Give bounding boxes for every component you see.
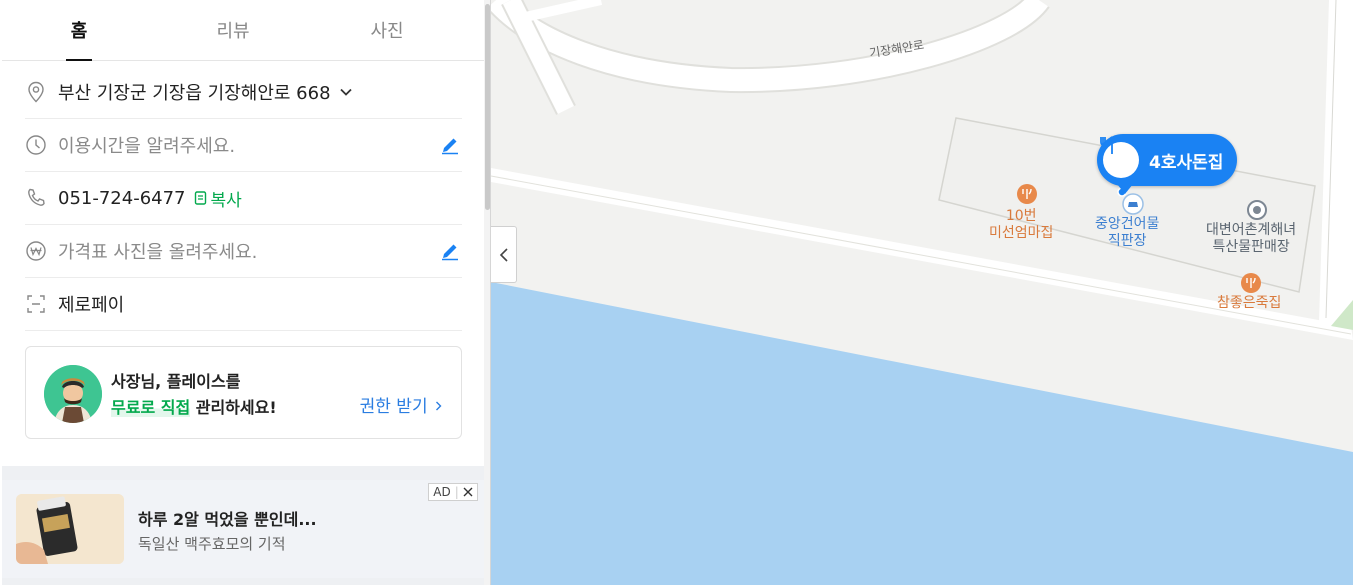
ad-thumbnail (16, 494, 124, 564)
won-icon (25, 240, 47, 262)
chevron-down-icon[interactable] (339, 85, 353, 99)
tab-reviews[interactable]: 리뷰 (156, 0, 310, 60)
section-divider (2, 466, 484, 480)
tab-bar: 홈 리뷰 사진 (2, 0, 484, 61)
phone-row: 051-724-6477 복사 (25, 172, 462, 225)
phone-icon (25, 187, 47, 209)
marker-pointer (1117, 184, 1133, 194)
pencil-icon[interactable] (440, 241, 460, 261)
address-row[interactable]: 부산 기장군 기장읍 기장해안로 668 (25, 66, 462, 119)
phone-number: 051-724-6477 (58, 187, 186, 209)
payment-text: 제로페이 (58, 295, 125, 316)
copy-label: 복사 (210, 190, 242, 211)
poi-name-4: 참좋은죽집 (1217, 295, 1282, 311)
owner-subline: 무료로 직접 관리하세요! (111, 394, 277, 418)
scan-icon (25, 293, 47, 315)
chevron-left-icon (499, 247, 508, 262)
panel-footer (2, 578, 484, 585)
selected-place-name: 4호사돈집 (1149, 152, 1224, 173)
place-info-panel: 홈 리뷰 사진 부산 기장군 기장읍 기장해안로 668 이용시간을 알려주세요… (0, 0, 491, 585)
owner-headline: 사장님, 플레이스를 (111, 372, 241, 391)
ad-title: 하루 2알 먹었을 뿐인데... (138, 510, 317, 529)
poi-name-1: 10번 미선엄마집 (989, 208, 1054, 241)
price-placeholder: 가격표 사진을 올려주세요. (58, 242, 258, 263)
payment-row: 제로페이 (25, 278, 462, 331)
hours-placeholder: 이용시간을 알려주세요. (58, 136, 236, 157)
poi-name-3: 대변어촌계해녀 특산물판매장 (1206, 222, 1297, 255)
location-pin-icon (25, 81, 47, 103)
owner-promo-card: 사장님, 플레이스를 무료로 직접 관리하세요! 권한 받기 (25, 346, 462, 439)
ad-label: AD (433, 485, 451, 499)
poi-name-2: 중앙건어물 직판장 (1095, 216, 1160, 249)
map-canvas (491, 0, 1353, 585)
owner-subline-rest: 관리하세요! (190, 398, 277, 417)
poi-label[interactable]: 참좋은죽집 (1217, 295, 1281, 312)
claim-ownership-label: 권한 받기 (359, 397, 428, 417)
close-icon[interactable] (463, 487, 473, 497)
ad-badge[interactable]: AD | (428, 483, 478, 501)
owner-avatar (44, 365, 102, 423)
owner-highlight: 무료로 직접 (111, 398, 191, 417)
clock-icon (25, 134, 47, 156)
poi-label[interactable]: 대변어촌계해녀 특산물판매장 (1206, 222, 1296, 256)
restaurant-icon (1100, 136, 1139, 178)
selected-place-marker[interactable]: 4호사돈집 (1097, 134, 1238, 194)
chevron-right-icon (436, 401, 442, 411)
copy-icon (194, 191, 206, 205)
hours-row[interactable]: 이용시간을 알려주세요. (25, 119, 462, 172)
address-text: 부산 기장군 기장읍 기장해안로 668 (58, 83, 331, 104)
copy-button[interactable]: 복사 (194, 186, 242, 211)
tab-home[interactable]: 홈 (2, 0, 156, 61)
scrollbar-thumb[interactable] (485, 4, 490, 210)
poi-label[interactable]: 중앙건어물 직판장 (1095, 216, 1159, 250)
ad-subtitle: 독일산 맥주효모의 기적 (138, 535, 286, 553)
price-row[interactable]: 가격표 사진을 올려주세요. (25, 225, 462, 278)
pencil-icon[interactable] (440, 135, 460, 155)
map-view[interactable]: 기장해안로 10번 미선엄마집 중앙건어물 직판장 대변어촌계해녀 특산물판매장 참좋… (491, 0, 1353, 585)
tab-photos[interactable]: 사진 (310, 0, 464, 60)
ad-banner[interactable]: 하루 2알 먹었을 뿐인데... 독일산 맥주효모의 기적 AD | (2, 480, 484, 578)
poi-label[interactable]: 10번 미선엄마집 (989, 208, 1053, 242)
collapse-panel-button[interactable] (491, 226, 517, 283)
claim-ownership-link[interactable]: 권한 받기 (360, 392, 443, 417)
